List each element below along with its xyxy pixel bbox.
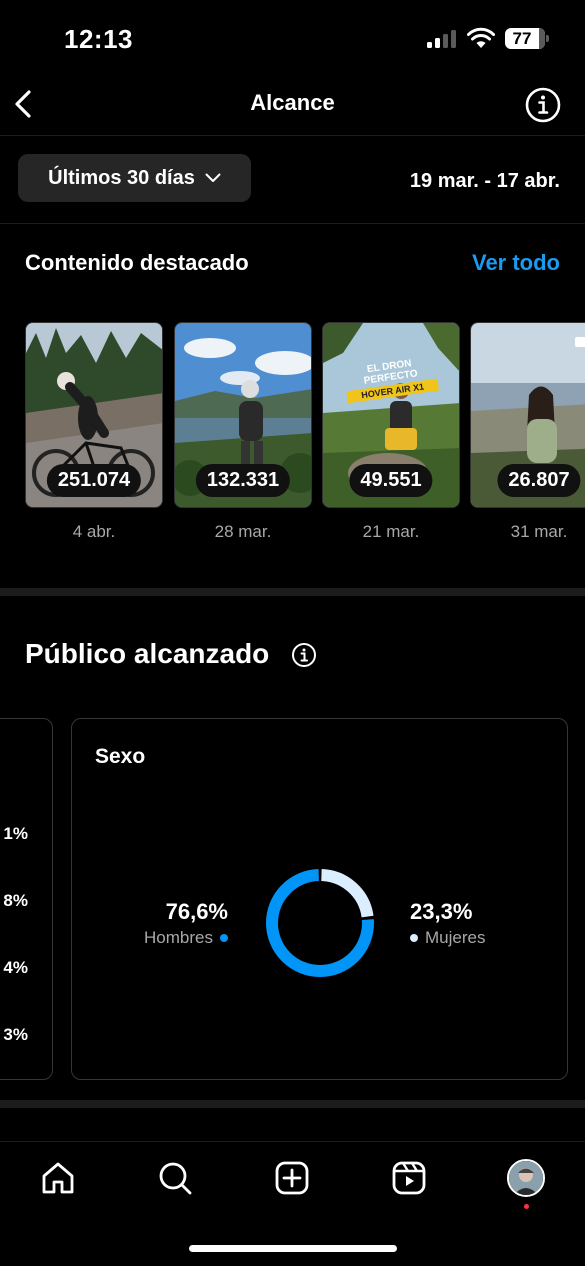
audience-title: Público alcanzado	[25, 638, 270, 669]
post-date: 4 abr.	[72, 522, 116, 541]
featured-post[interactable]: 132.331 28 mar.	[174, 322, 312, 542]
page-title: Alcance	[250, 90, 335, 115]
featured-post[interactable]: EL DRON PERFECTO HOVER AIR X1 49.551 21 …	[322, 322, 460, 542]
women-legend: Mujeres	[410, 928, 485, 948]
section-divider	[0, 588, 585, 596]
period-label: Últimos 30 días	[48, 166, 195, 189]
status-time: 12:13	[64, 24, 133, 54]
date-range: 19 mar. - 17 abr.	[409, 170, 560, 192]
women-label: Mujeres	[425, 928, 486, 947]
period-dropdown[interactable]: Últimos 30 días	[18, 154, 251, 202]
sex-card[interactable]: Sexo 76,6% Hombres 23,3% Mujeres	[71, 718, 568, 1080]
featured-thumbnails: 251.074 4 abr. 132.331 28 mar. EL DRON P…	[25, 322, 585, 552]
age-percentage: 4%	[3, 958, 28, 977]
battery-nub	[546, 35, 549, 42]
battery-level: 77	[512, 29, 532, 48]
cellular-signal-icon	[427, 30, 459, 48]
men-label: Hombres	[144, 928, 213, 947]
status-bar: 12:13 77	[0, 0, 585, 78]
women-stat: 23,3% Mujeres	[410, 899, 485, 948]
women-percentage: 23,3%	[410, 899, 473, 924]
notification-dot	[524, 1204, 529, 1209]
age-card[interactable]: 1% 8% 4% 3%	[0, 718, 53, 1080]
create-icon[interactable]	[274, 1160, 310, 1196]
post-thumbnail: 251.074	[25, 322, 163, 508]
post-date: 21 mar.	[362, 522, 420, 541]
age-percentage: 3%	[3, 1025, 28, 1044]
info-icon[interactable]	[291, 642, 317, 668]
sex-card-title: Sexo	[95, 745, 146, 768]
men-legend-dot	[220, 934, 228, 942]
men-legend: Hombres	[144, 928, 228, 948]
post-thumbnail: 26.807	[470, 322, 585, 508]
chevron-down-icon	[205, 173, 221, 182]
men-stat: 76,6% Hombres	[144, 899, 228, 948]
wifi-icon	[467, 27, 495, 48]
post-date: 31 mar.	[510, 522, 568, 541]
women-legend-dot	[410, 934, 418, 942]
see-all-link[interactable]: Ver todo	[472, 250, 560, 276]
home-indicator	[189, 1245, 397, 1252]
post-date: 28 mar.	[214, 522, 272, 541]
battery-icon: 77	[505, 28, 545, 49]
age-percentage: 8%	[3, 891, 28, 910]
reels-icon[interactable]	[391, 1160, 427, 1196]
header: Alcance	[0, 78, 585, 136]
reach-count: 49.551	[349, 464, 433, 497]
reach-count: 132.331	[195, 464, 291, 497]
post-thumbnail: EL DRON PERFECTO HOVER AIR X1 49.551	[322, 322, 460, 508]
filter-row: Últimos 30 días 19 mar. - 17 abr.	[0, 137, 585, 224]
featured-post[interactable]: 26.807 31 mar.	[470, 322, 585, 542]
reach-count: 26.807	[497, 464, 581, 497]
sex-donut-chart	[266, 869, 374, 977]
men-percentage: 76,6%	[165, 899, 228, 924]
search-icon[interactable]	[157, 1160, 193, 1196]
post-thumbnail: 132.331	[174, 322, 312, 508]
home-icon[interactable]	[40, 1160, 76, 1196]
info-icon[interactable]	[524, 86, 562, 124]
profile-avatar[interactable]	[507, 1159, 545, 1197]
reach-count: 251.074	[46, 464, 142, 497]
featured-post[interactable]: 251.074 4 abr.	[25, 322, 163, 542]
section-divider	[0, 1100, 585, 1108]
featured-content-title: Contenido destacado	[25, 250, 249, 275]
age-percentage: 1%	[3, 824, 28, 843]
